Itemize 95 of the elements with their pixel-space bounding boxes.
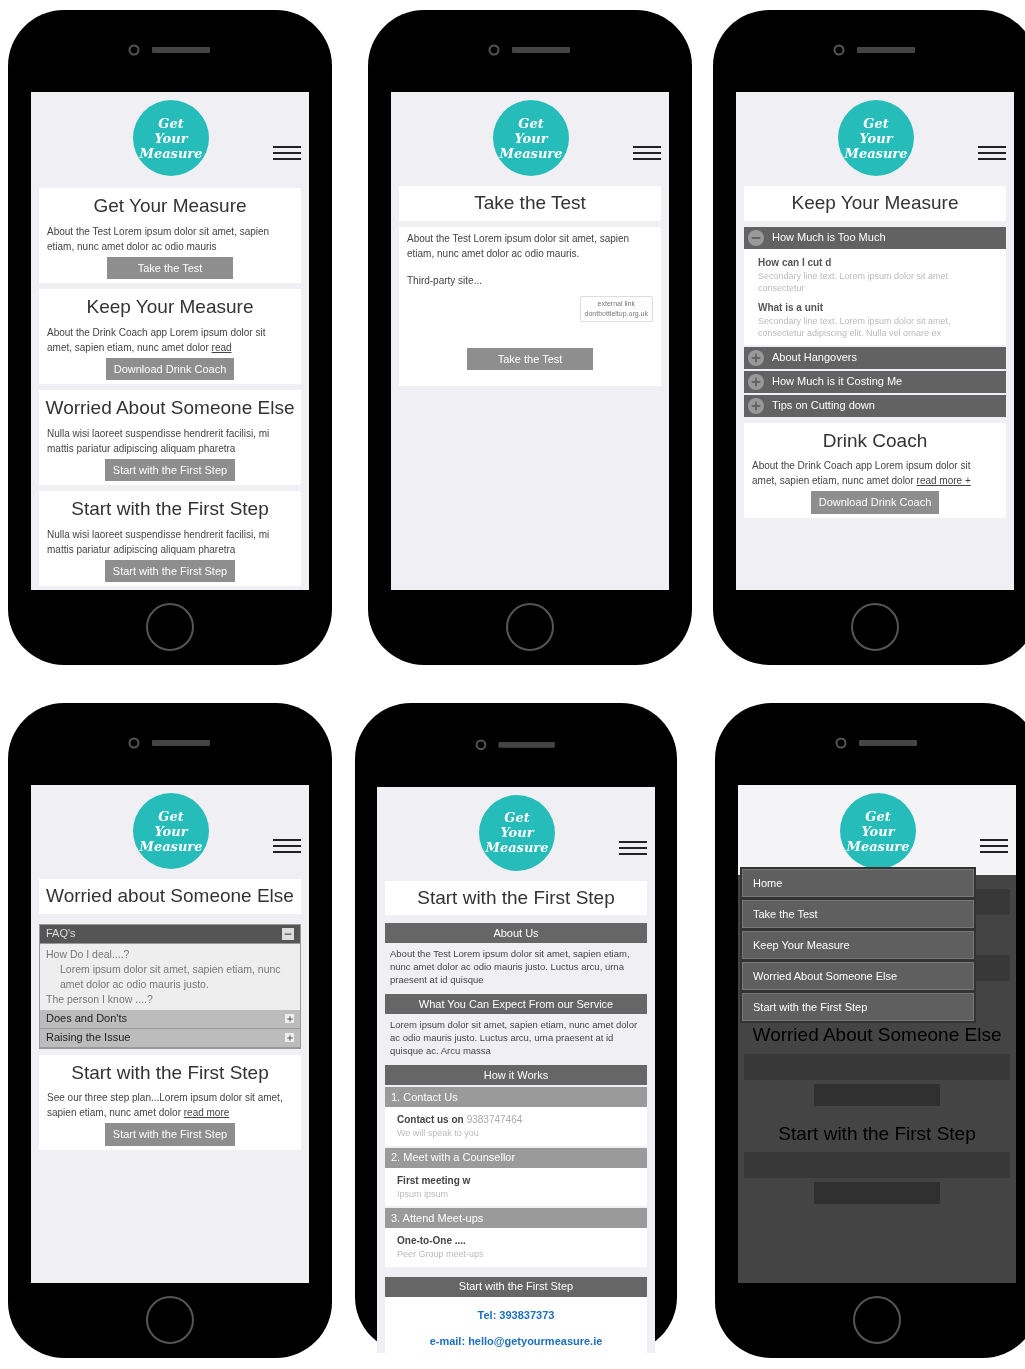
card-heading: Keep Your Measure xyxy=(86,295,254,319)
step-text: We will speak to you xyxy=(397,1127,480,1141)
section-bar: 3. Attend Meet-ups xyxy=(385,1208,647,1229)
card-heading: Start with the First Step xyxy=(71,497,269,521)
card-text: About the Drink Coach app Lorem ipsum dolor sit amet, sapien etiam, nunc amet dolor read more + xyxy=(752,459,972,488)
accordion-label: How Much is Too Much xyxy=(772,230,886,246)
accordion-label: About Hangovers xyxy=(772,350,857,366)
contact-link[interactable]: e-mail: hello@getyourmeasure.ie xyxy=(429,1333,603,1350)
panel-text: About the Test Lorem ipsum dolor sit amet, sapien etiam, nunc amet dolor ac odio mauris. xyxy=(407,231,631,261)
panel-text: Third-party site... xyxy=(407,273,484,288)
card-text: About the Drink Coach app Lorem ipsum dolor sit amet, sapien etiam, nunc amet dolor read xyxy=(47,325,267,355)
action-button[interactable]: Take the Test xyxy=(467,347,593,370)
section-bar: Start with the First Step xyxy=(385,1276,647,1297)
phone-speaker-icon xyxy=(488,44,572,56)
section-bar: How it Works xyxy=(385,1065,647,1086)
list-item-text: Secondary line text. Lorem ipsum dolor sit amet consectetur xyxy=(758,269,950,294)
section-bar: 2. Meet with a Counsellor xyxy=(385,1147,647,1168)
home-button[interactable] xyxy=(853,1296,901,1344)
menu-icon[interactable] xyxy=(619,840,647,855)
home-button[interactable] xyxy=(146,1296,194,1344)
section-bar: What You Can Expect From our Service xyxy=(385,994,647,1015)
step-title: First meeting w xyxy=(397,1173,471,1188)
card-heading: Get Your Measure xyxy=(93,194,247,218)
menu-item[interactable]: Take the Test xyxy=(742,900,974,928)
accordion-header[interactable]: Tips on Cutting down xyxy=(744,394,1006,417)
logo: Get Your Measure xyxy=(493,100,569,176)
accordion-label: How Much is it Costing Me xyxy=(772,374,903,390)
action-button[interactable]: Start with the First Step xyxy=(104,559,236,582)
read-more-link[interactable]: read more + xyxy=(916,475,971,486)
section-text: Lorem ipsum dolor sit amet, sapien etiam, nunc amet dolor ac odio mauris justo. Luctus arcu, urna praesent at id quisque ac. Arcu massa xyxy=(389,1018,639,1058)
menu-icon[interactable] xyxy=(273,839,301,853)
card-text: About the Test Lorem ipsum dolor sit amet, sapien etiam, nunc amet dolor ac odio mauris xyxy=(47,224,271,254)
read-more-link[interactable]: read xyxy=(211,341,232,353)
card-text: See our three step plan...Lorem ipsum dolor sit amet, sapien etiam, nunc amet dolor read more xyxy=(47,1091,284,1120)
faq-label: Raising the Issue xyxy=(46,1030,131,1046)
step-title: One-to-One .... xyxy=(397,1234,466,1249)
card-heading: Drink Coach xyxy=(822,428,928,453)
logo: Get Your Measure xyxy=(479,794,555,871)
phone-speaker-icon xyxy=(128,737,212,749)
card-heading: Worried About Someone Else xyxy=(45,396,295,420)
section-bar: About Us xyxy=(385,923,647,944)
accordion-header[interactable]: How Much is Too Much xyxy=(744,226,1006,249)
read-more-link[interactable]: read more xyxy=(183,1107,230,1118)
phone-speaker-icon xyxy=(474,739,558,751)
action-button[interactable]: Start with the First Step xyxy=(104,1123,236,1146)
menu-icon[interactable] xyxy=(978,146,1006,160)
menu-item[interactable]: Home xyxy=(742,869,974,897)
action-button[interactable]: Download Drink Coach xyxy=(105,357,235,380)
menu-icon[interactable] xyxy=(980,839,1008,853)
phone-speaker-icon xyxy=(833,44,917,56)
accordion-label: Tips on Cutting down xyxy=(772,398,875,414)
contact-link[interactable]: Tel: 393837373 xyxy=(477,1306,555,1324)
logo: Get Your Measure xyxy=(133,100,209,176)
card-text: Nulla wisi laoreet suspendisse hendrerit facilisi, mi mattis pariatur adipiscing aliquam pharetra xyxy=(47,527,271,557)
phone-speaker-icon xyxy=(835,737,919,749)
step-text: Peer Group meet-ups xyxy=(397,1248,485,1262)
card-text: Nulla wisi laoreet suspendisse hendrerit facilisi, mi mattis pariatur adipiscing aliquam pharetra xyxy=(47,426,271,456)
faq-question[interactable]: How Do I deal....? xyxy=(46,946,294,962)
faq-header[interactable]: FAQ's xyxy=(40,924,300,944)
card-heading: Start with the First Step xyxy=(71,1060,269,1085)
menu-icon[interactable] xyxy=(633,146,661,160)
page-title: Keep Your Measure xyxy=(744,186,1006,221)
page-title: Take the Test xyxy=(399,186,661,221)
menu-item[interactable]: Worried About Someone Else xyxy=(742,962,974,990)
phone-speaker-icon xyxy=(128,44,212,56)
faq-question[interactable]: The person I know ....? xyxy=(46,991,294,1007)
home-button[interactable] xyxy=(851,603,899,651)
menu-item[interactable]: Start with the First Step xyxy=(742,993,974,1021)
page-title: Start with the First Step xyxy=(385,880,647,916)
menu-item[interactable]: Keep Your Measure xyxy=(742,931,974,959)
section-text: About the Test Lorem ipsum dolor sit amet, sapien etiam, nunc amet dolor ac odio mauris justo. Luctus arcu, urna praesent at id quisque xyxy=(389,947,631,987)
logo: Get Your Measure xyxy=(840,793,916,869)
home-button[interactable] xyxy=(146,603,194,651)
accordion-header[interactable]: How Much is it Costing Me xyxy=(744,370,1006,393)
faq-label: FAQ's xyxy=(46,926,76,942)
faq-label: Does and Don'ts xyxy=(46,1011,127,1027)
logo: Get Your Measure xyxy=(133,793,209,869)
accordion-header[interactable]: About Hangovers xyxy=(744,346,1006,369)
action-button[interactable]: Start with the First Step xyxy=(104,458,236,481)
action-button[interactable]: Take the Test xyxy=(107,256,233,279)
step-title: Contact us on xyxy=(397,1113,464,1128)
phone-number: 9383747464 xyxy=(466,1113,523,1128)
faq-answer: Lorem ipsum dolor sit amet, sapien etiam, nunc amet dolor ac odio mauris justo. xyxy=(59,961,282,992)
action-button[interactable]: Download Drink Coach xyxy=(810,491,940,514)
page-title: Worried about Someone Else xyxy=(39,879,301,914)
section-bar: 1. Contact Us xyxy=(385,1087,647,1108)
list-item-title: How can I cut d xyxy=(758,255,833,270)
dimmed-heading: Worried About Someone Else xyxy=(752,1023,1002,1047)
step-text: Ipsum ipsum xyxy=(397,1187,450,1201)
menu-icon[interactable] xyxy=(273,146,301,160)
home-button[interactable] xyxy=(506,603,554,651)
dimmed-heading: Start with the First Step xyxy=(778,1121,976,1146)
list-item-text: Secondary line text. Lorem ipsum dolor sit amet, consectetur adipiscing elit. Nulla vel ornare ex xyxy=(758,314,952,339)
list-item-title: What is a unit xyxy=(758,300,824,315)
logo: Get Your Measure xyxy=(838,100,914,176)
